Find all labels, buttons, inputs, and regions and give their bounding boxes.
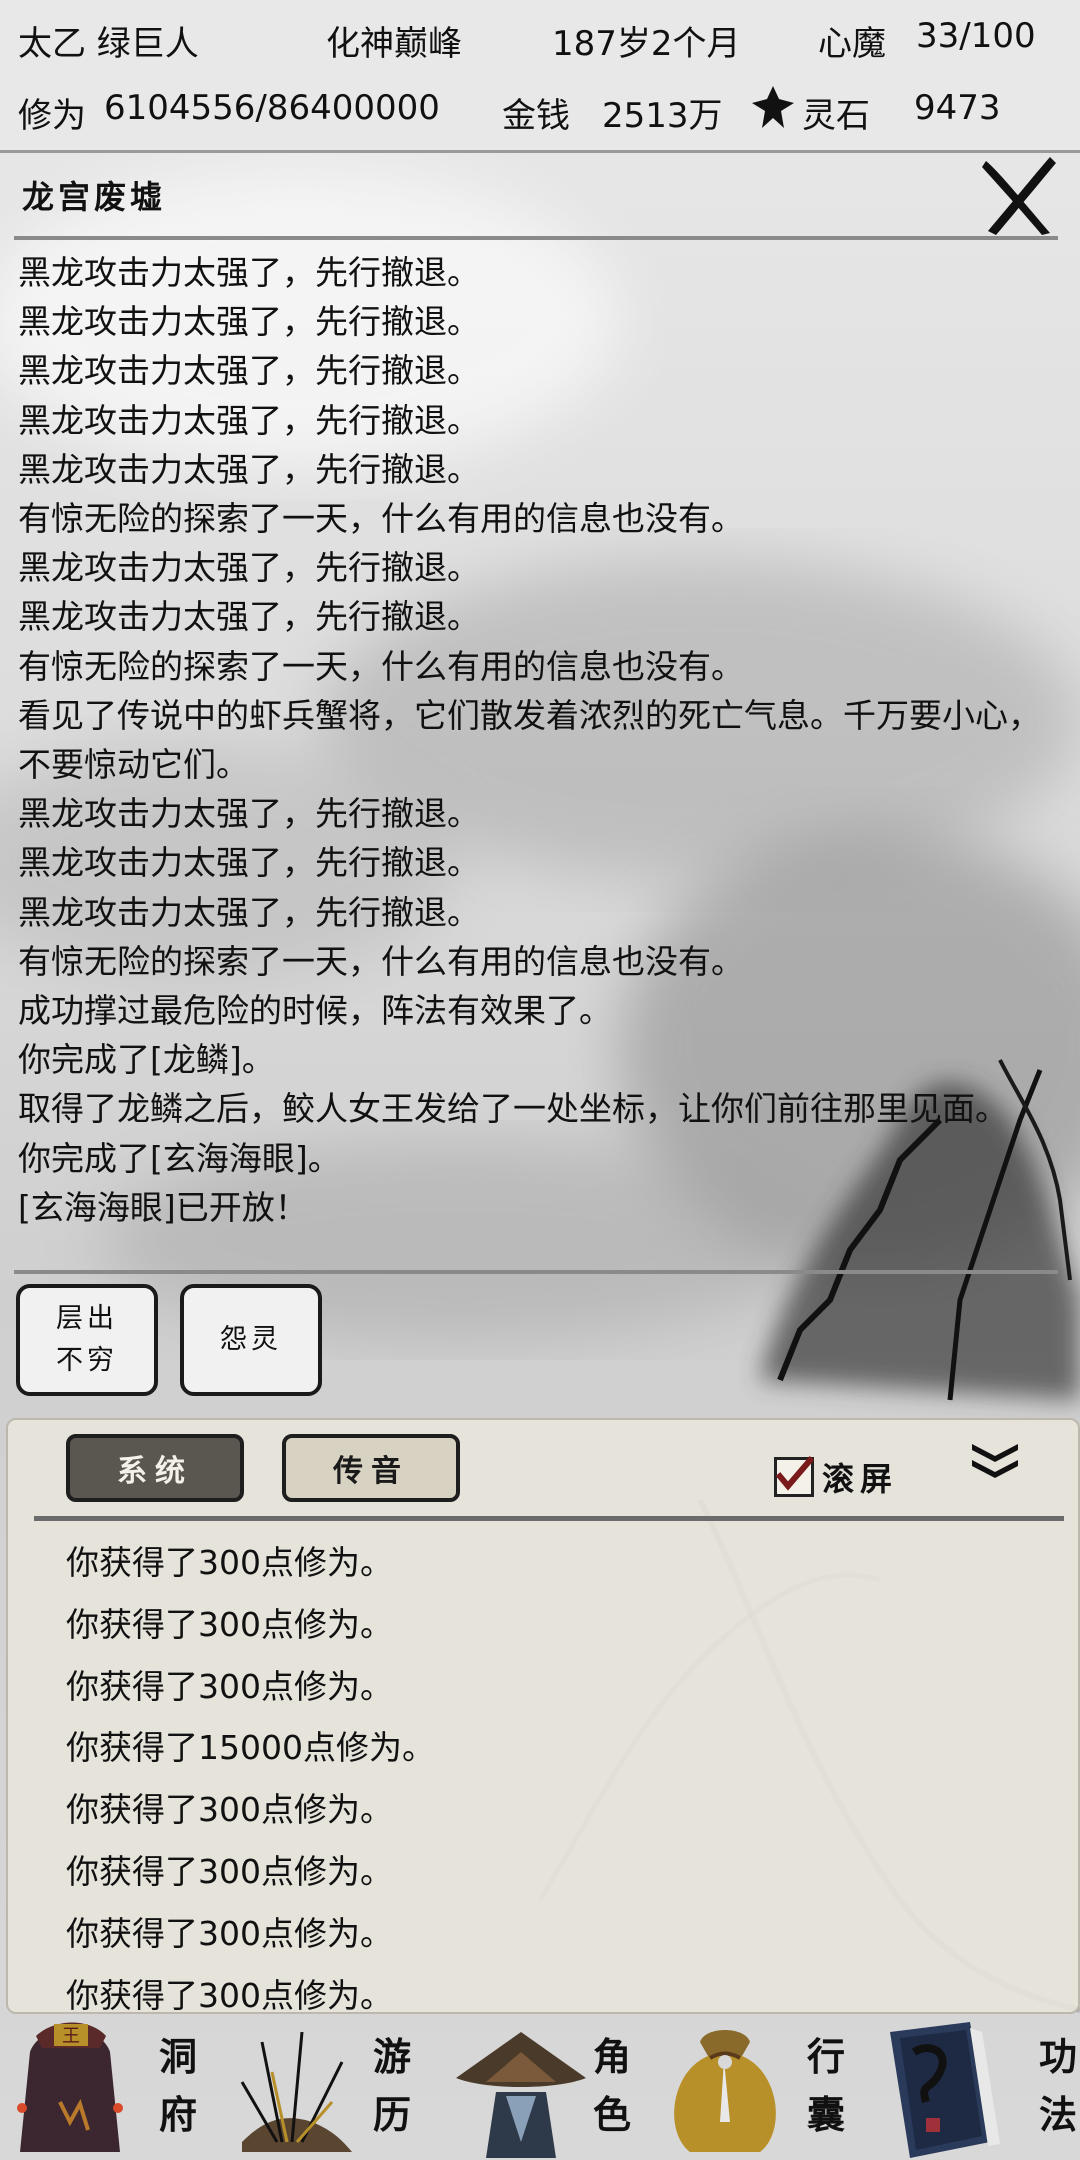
skills-book-icon bbox=[890, 2022, 1000, 2158]
money-value: 2513万 bbox=[602, 96, 723, 136]
nav-cave-dwelling[interactable]: 王 洞 府 bbox=[0, 2012, 212, 2160]
heart-demon-label: 心魔 bbox=[818, 24, 886, 64]
log-divider bbox=[14, 1270, 1058, 1274]
checkmark-icon bbox=[775, 1456, 814, 1491]
auto-scroll-label: 滚屏 bbox=[822, 1460, 899, 1498]
chat-divider bbox=[34, 1516, 1064, 1521]
travel-grass-icon bbox=[240, 2031, 352, 2152]
character-straw-hat-icon bbox=[456, 2032, 586, 2158]
event-log-line: [玄海海眼]已开放！ bbox=[18, 1187, 308, 1227]
nav-label-char: 历 bbox=[372, 2092, 411, 2137]
nav-label-char: 囊 bbox=[806, 2092, 845, 2137]
system-message: 你获得了300点修为。 bbox=[66, 1604, 393, 1644]
event-log-line: 黑龙攻击力太强了，先行撤退。 bbox=[18, 449, 480, 489]
collapse-chat-button[interactable] bbox=[970, 1440, 1020, 1484]
cultivation-value: 6104556/86400000 bbox=[104, 88, 440, 128]
event-log-line: 黑龙攻击力太强了，先行撤退。 bbox=[18, 843, 480, 883]
event-log-line: 黑龙攻击力太强了，先行撤退。 bbox=[18, 351, 480, 391]
event-log-line: 你完成了[龙鳞]。 bbox=[18, 1040, 275, 1080]
system-message-list[interactable]: 你获得了300点修为。 你获得了300点修为。 你获得了300点修为。 你获得了… bbox=[66, 1532, 1046, 2026]
system-message: 你获得了300点修为。 bbox=[66, 1666, 393, 1706]
double-chevron-down-icon bbox=[972, 1444, 1018, 1478]
system-message: 你获得了300点修为。 bbox=[66, 1851, 393, 1891]
cave-dwelling-icon: 王 bbox=[17, 2022, 123, 2152]
event-log-line: 有惊无险的探索了一天，什么有用的信息也没有。 bbox=[18, 646, 744, 686]
inventory-bag-icon bbox=[674, 2030, 776, 2152]
event-log-line: 黑龙攻击力太强了，先行撤退。 bbox=[18, 794, 480, 834]
endless-button-line2: 不穷 bbox=[56, 1345, 118, 1376]
spirit-stone-value: 9473 bbox=[914, 88, 1001, 128]
spirit-stone-label: 灵石 bbox=[802, 96, 870, 136]
system-message: 你获得了300点修为。 bbox=[66, 1790, 393, 1830]
event-log-line: 有惊无险的探索了一天，什么有用的信息也没有。 bbox=[18, 941, 744, 981]
tab-voice[interactable]: 传音 bbox=[282, 1434, 460, 1502]
bottom-navigation: 王 洞 府 游 历 角 色 行 囊 功 法 bbox=[0, 2012, 1080, 2160]
nav-label-char: 法 bbox=[1038, 2092, 1077, 2137]
event-log[interactable]: 黑龙攻击力太强了，先行撤退。 黑龙攻击力太强了，先行撤退。 黑龙攻击力太强了，先… bbox=[18, 248, 1058, 1268]
nav-label-char: 府 bbox=[158, 2092, 197, 2137]
nav-skills[interactable]: 功 法 bbox=[860, 2012, 1080, 2160]
cultivation-realm: 化神巅峰 bbox=[326, 24, 462, 64]
nav-travel[interactable]: 游 历 bbox=[212, 2012, 426, 2160]
event-log-line: 黑龙攻击力太强了，先行撤退。 bbox=[18, 548, 480, 588]
nav-label-char: 行 bbox=[806, 2034, 845, 2079]
system-message: 你获得了300点修为。 bbox=[66, 1913, 393, 1953]
resentful-spirit-label: 怨灵 bbox=[220, 1324, 282, 1355]
nav-label-char: 洞 bbox=[158, 2034, 197, 2079]
auto-scroll-toggle[interactable]: 滚屏 bbox=[774, 1454, 898, 1500]
heart-demon-value: 33/100 bbox=[916, 16, 1036, 56]
nav-label-char: 角 bbox=[592, 2034, 631, 2079]
event-log-line: 黑龙攻击力太强了，先行撤退。 bbox=[18, 302, 480, 342]
event-log-line: 看见了传说中的虾兵蟹将，它们散发着浓烈的死亡气息。千万要小心，不要惊动它们。 bbox=[18, 695, 1041, 785]
tab-system[interactable]: 系统 bbox=[66, 1434, 244, 1502]
resentful-spirit-button[interactable]: 怨灵 bbox=[180, 1284, 322, 1396]
nav-character[interactable]: 角 色 bbox=[426, 2012, 640, 2160]
player-status-bar: 太乙 绿巨人 化神巅峰 187岁2个月 心魔 33/100 修为 6104556… bbox=[0, 0, 1080, 153]
event-log-line: 有惊无险的探索了一天，什么有用的信息也没有。 bbox=[18, 499, 744, 539]
chat-panel: 系统 传音 滚屏 你获得了300点修为。 你获得了300点修为。 你获得了300… bbox=[6, 1418, 1080, 2015]
system-message: 你获得了300点修为。 bbox=[66, 1543, 393, 1582]
close-icon bbox=[982, 157, 1056, 235]
system-message: 你获得了15000点修为。 bbox=[66, 1728, 435, 1768]
nav-label-char: 游 bbox=[372, 2034, 411, 2079]
spirit-stone-icon bbox=[750, 84, 796, 139]
nav-inventory-bag[interactable]: 行 囊 bbox=[640, 2012, 860, 2160]
event-log-line: 成功撑过最危险的时候，阵法有效果了。 bbox=[18, 991, 612, 1031]
endless-button[interactable]: 层出 不穷 bbox=[16, 1284, 158, 1396]
player-age: 187岁2个月 bbox=[552, 24, 741, 64]
location-title: 龙宫废墟 bbox=[22, 178, 167, 216]
title-divider bbox=[14, 236, 1058, 240]
player-name: 太乙 绿巨人 bbox=[18, 24, 199, 64]
money-label: 金钱 bbox=[502, 96, 570, 136]
endless-button-line1: 层出 bbox=[56, 1303, 118, 1334]
event-log-line: 黑龙攻击力太强了，先行撤退。 bbox=[18, 253, 480, 292]
auto-scroll-checkbox[interactable] bbox=[774, 1456, 814, 1497]
svg-text:王: 王 bbox=[62, 2026, 80, 2047]
nav-label-char: 功 bbox=[1038, 2034, 1077, 2079]
event-log-line: 黑龙攻击力太强了，先行撤退。 bbox=[18, 597, 480, 637]
event-log-line: 黑龙攻击力太强了，先行撤退。 bbox=[18, 400, 480, 440]
event-log-line: 黑龙攻击力太强了，先行撤退。 bbox=[18, 892, 480, 932]
event-log-line: 取得了龙鳞之后，鲛人女王发给了一处坐标，让你们前往那里见面。 bbox=[18, 1089, 1008, 1129]
event-log-line: 你完成了[玄海海眼]。 bbox=[18, 1138, 341, 1178]
cultivation-label: 修为 bbox=[18, 96, 86, 136]
nav-label-char: 色 bbox=[592, 2092, 631, 2137]
close-button[interactable] bbox=[978, 150, 1058, 240]
